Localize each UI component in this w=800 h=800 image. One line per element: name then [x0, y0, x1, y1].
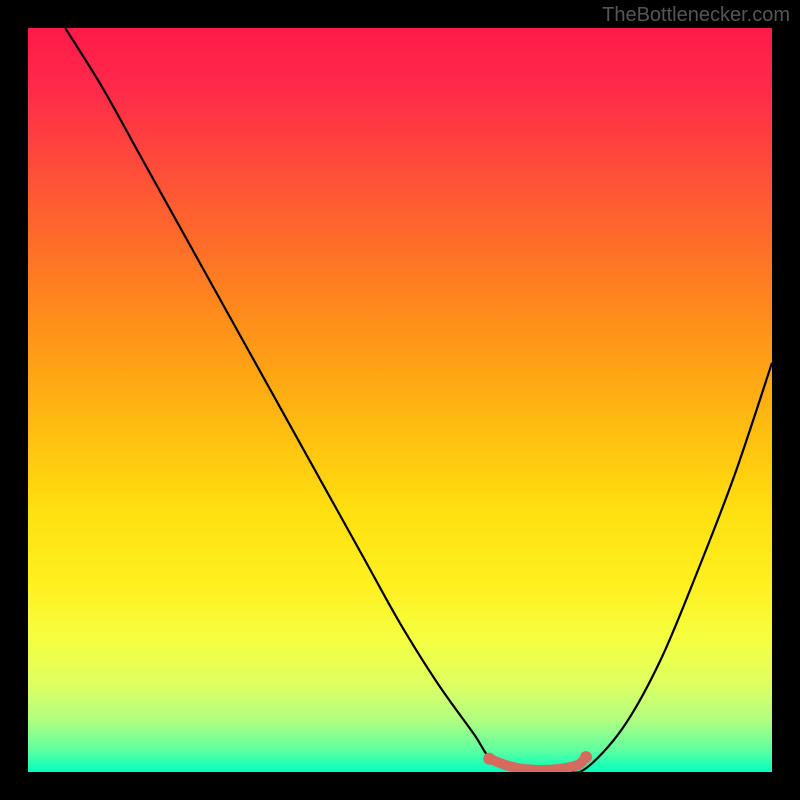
highlight-end-dot [580, 751, 592, 763]
chart-svg [28, 28, 772, 772]
watermark-text: TheBottlenecker.com [602, 4, 790, 27]
bottleneck-curve [65, 28, 772, 772]
highlight-start-dot [483, 753, 495, 765]
chart-plot-area [28, 28, 772, 772]
optimal-range-highlight [489, 757, 586, 770]
